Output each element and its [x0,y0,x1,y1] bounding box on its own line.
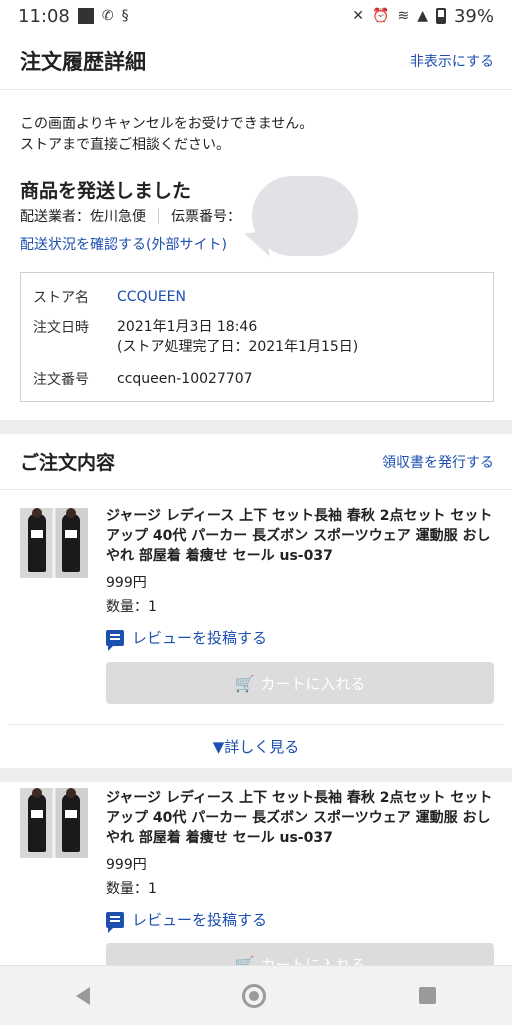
recent-apps-icon[interactable] [418,987,436,1004]
write-review-link[interactable]: レビューを投稿する [106,627,268,651]
order-number-row: 注文番号 ccqueen-10027707 [33,369,253,389]
order-contents-header: ご注文内容 領収書を発行する [0,434,512,490]
page-header: 注文履歴詳細 非表示にする [0,32,512,90]
signal-icon: ▲ [417,8,428,24]
order-date-label: 注文日時 [33,320,89,336]
write-review-link[interactable]: レビューを投稿する [106,909,268,933]
product-image[interactable] [20,788,88,858]
battery-icon [435,8,446,24]
write-review-label: レビューを投稿する [132,911,268,929]
system-nav-bar [0,965,512,1025]
write-review-label: レビューを投稿する [132,629,268,647]
order-contents-title: ご注文内容 [20,452,116,474]
mute-icon: ✕ [352,8,365,24]
cart-icon: 🛒 [234,673,255,693]
store-row: ストア名 CCQUEEN [33,287,186,307]
shipping-status-title: 商品を発送しました [20,180,192,202]
cancel-notice-line1: この画面よりキャンセルをお受けできません。 [20,116,314,132]
call-icon: ✆ [101,8,114,24]
order-date-row: 注文日時 2021年1月3日 18:46 (ストア処理完了日：2021年1月15… [33,317,358,357]
order-processed-date: (ストア処理完了日：2021年1月15日) [117,339,359,355]
track-shipment-link[interactable]: 配送状況を確認する(外部サイト) [20,234,227,254]
item-divider [8,724,504,725]
order-date-value: 2021年1月3日 18:46 (ストア処理完了日：2021年1月15日) [117,317,358,357]
add-to-cart-label: カートに入れる [260,674,366,693]
section-gap [0,420,512,434]
hide-order-link[interactable]: 非表示にする [410,51,494,71]
order-number: ccqueen-10027707 [117,371,253,387]
redaction-blob-tail [244,230,270,260]
cancel-notice: この画面よりキャンセルをお受けできません。 ストアまで直接ご相談ください。 [20,114,313,156]
store-link[interactable]: CCQUEEN [117,287,186,307]
product-price: 999円 [106,857,147,873]
product-figure-right [62,508,80,572]
product-title[interactable]: ジャージ レディース 上下 セット長袖 春秋 2点セット セットアップ 40代 … [106,506,498,566]
carrier-separator [158,208,159,224]
carrier-row: 配送業者： 佐川急便 伝票番号： [20,206,241,226]
battery-percent: 39% [453,5,494,27]
store-label: ストア名 [33,290,89,306]
review-comment-icon [106,629,124,651]
tracking-label: 伝票番号： [171,209,241,225]
order-date: 2021年1月3日 18:46 [117,319,258,335]
carrier-name: 佐川急便 [90,209,146,225]
add-to-cart-button[interactable]: 🛒 カートに入れる [106,662,494,704]
alarm-icon: ⏰ [372,8,390,24]
carrier-label: 配送業者： [20,209,90,225]
product-price: 999円 [106,575,147,591]
order-info-box: ストア名 CCQUEEN 注文日時 2021年1月3日 18:46 (ストア処理… [20,272,494,402]
issue-receipt-link[interactable]: 領収書を発行する [382,452,494,472]
product-figure-left [28,788,46,852]
wifi-icon: ≋ [397,8,410,24]
notification-square-icon [77,8,94,24]
order-number-label: 注文番号 [33,372,89,388]
product-figure-left [28,508,46,572]
section-gap [0,768,512,782]
back-icon[interactable] [76,986,91,1005]
cancel-notice-line2: ストアまで直接ご相談ください。 [20,137,230,153]
status-time: 11:08 [18,5,70,27]
show-more-link[interactable]: ▼詳しく見る [0,736,512,757]
page-title: 注文履歴詳細 [20,49,146,74]
product-title[interactable]: ジャージ レディース 上下 セット長袖 春秋 2点セット セットアップ 40代 … [106,788,498,848]
product-quantity: 数量：1 [106,881,157,897]
product-quantity: 数量：1 [106,599,157,615]
product-figure-right [62,788,80,852]
review-comment-icon [106,911,124,933]
home-icon[interactable] [242,983,267,1008]
status-bar: 11:08 ✆ § ✕ ⏰ ≋ ▲ 39% [0,0,512,32]
sync-icon: § [121,8,129,24]
product-image[interactable] [20,508,88,578]
